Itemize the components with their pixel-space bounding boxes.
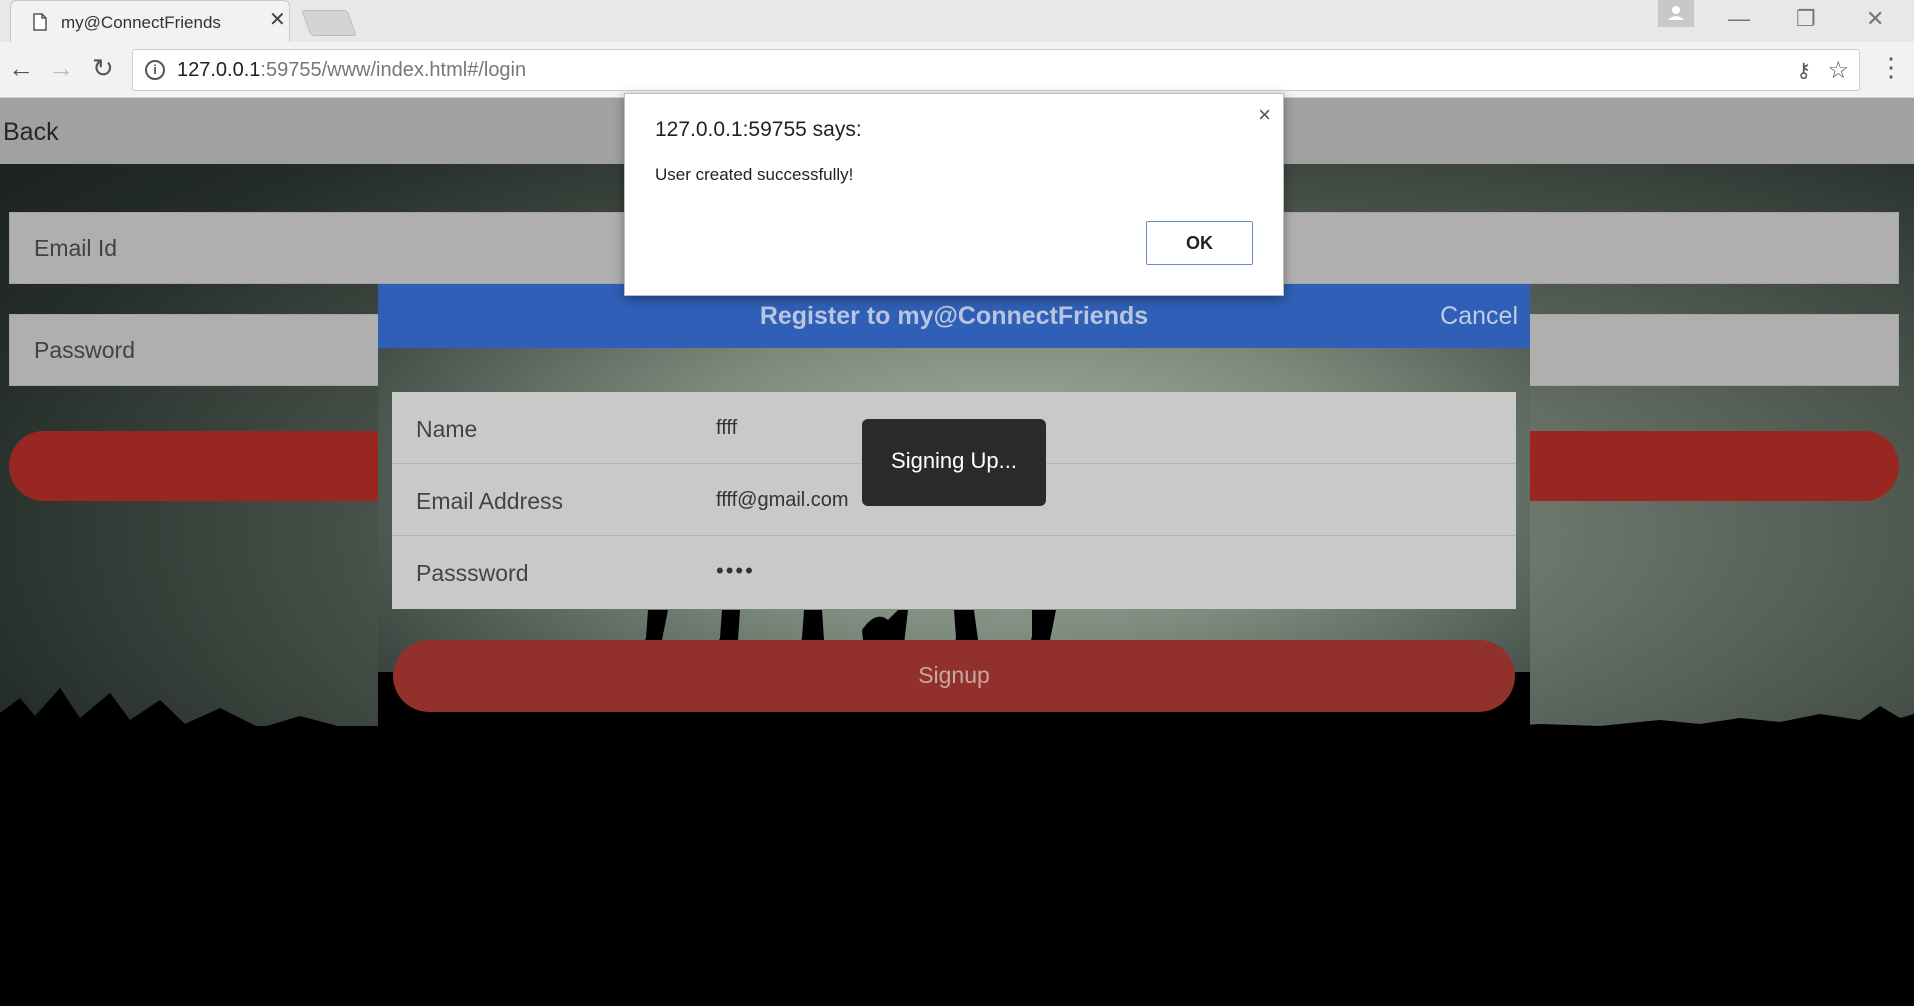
email-input[interactable]: ffff@gmail.com bbox=[716, 489, 849, 512]
password-label: Passsword bbox=[416, 560, 529, 586]
reload-icon[interactable]: ↻ bbox=[92, 52, 114, 84]
alert-origin: 127.0.0.1:59755 says: bbox=[655, 118, 862, 141]
tab-title: my@ConnectFriends bbox=[61, 13, 221, 32]
close-icon[interactable]: ✕ bbox=[1866, 6, 1884, 32]
back-arrow-icon[interactable]: ← bbox=[8, 52, 34, 84]
name-label: Name bbox=[416, 416, 478, 442]
password-input[interactable]: •••• bbox=[716, 558, 755, 584]
password-row[interactable]: Passsword •••• bbox=[392, 536, 1516, 608]
url-host: 127.0.0.1 bbox=[177, 59, 261, 81]
cancel-button[interactable]: Cancel bbox=[1440, 302, 1518, 331]
browser-tab[interactable]: my@ConnectFriends ✕ bbox=[10, 0, 290, 42]
page-icon bbox=[33, 13, 47, 31]
info-icon[interactable]: i bbox=[145, 60, 165, 80]
ok-button[interactable]: OK bbox=[1146, 221, 1253, 265]
restore-icon[interactable]: ❐ bbox=[1796, 6, 1816, 32]
alert-dialog: 127.0.0.1:59755 says: × User created suc… bbox=[624, 93, 1284, 296]
key-icon[interactable]: ⚷ bbox=[1796, 58, 1811, 83]
url-text[interactable]: 127.0.0.1:59755/www/index.html#/login bbox=[177, 59, 526, 82]
minimize-icon[interactable]: — bbox=[1728, 6, 1750, 32]
name-input[interactable]: ffff bbox=[716, 417, 737, 440]
loading-toast: Signing Up... bbox=[862, 419, 1046, 506]
url-path: :59755/www/index.html#/login bbox=[260, 59, 527, 81]
profile-icon[interactable] bbox=[1658, 0, 1694, 27]
new-tab-button[interactable] bbox=[301, 10, 357, 36]
star-icon[interactable]: ☆ bbox=[1827, 56, 1849, 85]
tab-close-icon[interactable]: ✕ bbox=[269, 10, 286, 30]
loading-text: Signing Up... bbox=[891, 448, 1017, 473]
modal-title: Register to my@ConnectFriends bbox=[759, 302, 1149, 330]
signup-label: Signup bbox=[918, 662, 990, 688]
alert-close-icon[interactable]: × bbox=[1258, 102, 1271, 128]
alert-message: User created successfully! bbox=[655, 165, 854, 184]
register-modal: Register to my@ConnectFriends Cancel Nam… bbox=[378, 284, 1530, 774]
signup-button[interactable]: Signup bbox=[393, 640, 1515, 712]
browser-toolbar: ← → ↻ i 127.0.0.1:59755/www/index.html#/… bbox=[0, 42, 1914, 98]
ok-label: OK bbox=[1186, 233, 1213, 253]
email-label: Email Address bbox=[416, 488, 564, 514]
browser-titlebar: my@ConnectFriends ✕ — ❐ ✕ bbox=[0, 0, 1914, 42]
address-bar[interactable]: i 127.0.0.1:59755/www/index.html#/login … bbox=[132, 49, 1860, 91]
forward-arrow-icon[interactable]: → bbox=[48, 52, 74, 84]
menu-icon[interactable]: ⋮ bbox=[1878, 52, 1904, 83]
